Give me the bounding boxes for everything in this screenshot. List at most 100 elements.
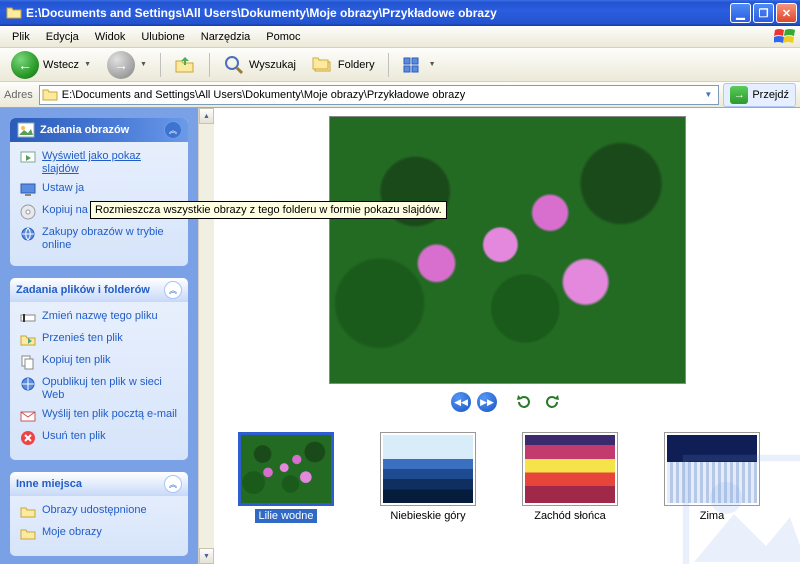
- separator: [160, 53, 161, 77]
- task-delete[interactable]: Usuń ten plik: [20, 430, 178, 446]
- task-set-as[interactable]: Ustaw ja: [20, 182, 178, 198]
- rotate-cw-button[interactable]: [541, 393, 563, 411]
- chevron-down-icon[interactable]: ▼: [84, 61, 91, 68]
- address-dropdown-button[interactable]: ▼: [700, 90, 716, 99]
- views-icon: [402, 55, 424, 75]
- preview-image: [329, 116, 686, 384]
- thumbnail-label: Niebieskie góry: [387, 509, 468, 523]
- task-rename[interactable]: Zmień nazwę tego pliku: [20, 310, 178, 326]
- menu-view[interactable]: Widok: [87, 29, 134, 45]
- address-combobox[interactable]: ▼: [39, 85, 720, 105]
- email-icon: [20, 408, 36, 424]
- thumbnail-item[interactable]: Lilie wodne: [236, 432, 336, 522]
- search-button[interactable]: Wyszukaj: [216, 50, 303, 80]
- folder-icon: [42, 87, 58, 103]
- up-button[interactable]: [167, 50, 203, 80]
- collapse-icon[interactable]: ︽: [164, 121, 182, 139]
- task-label: Usuń ten plik: [42, 430, 106, 443]
- watermark-icon: [670, 434, 800, 564]
- go-label: Przejdź: [752, 89, 789, 101]
- thumbnail-item[interactable]: Zachód słońca: [520, 432, 620, 522]
- thumbnail-image: [238, 432, 334, 506]
- windows-logo-icon: [774, 28, 796, 46]
- panel-header-other-places[interactable]: Inne miejsca ︽: [10, 472, 188, 496]
- window-title: E:\Documents and Settings\All Users\Doku…: [26, 6, 728, 20]
- folders-label: Foldery: [338, 59, 375, 71]
- place-shared-pictures[interactable]: Obrazy udostępnione: [20, 504, 178, 520]
- task-email[interactable]: Wyślij ten plik pocztą e-mail: [20, 408, 178, 424]
- panel-picture-tasks: Zadania obrazów ︽ Wyświetl jako pokaz sl…: [10, 118, 188, 266]
- forward-button[interactable]: → ▼: [100, 47, 154, 83]
- scroll-up-button[interactable]: ▲: [199, 108, 214, 124]
- panel-header-picture-tasks[interactable]: Zadania obrazów ︽: [10, 118, 188, 142]
- address-bar: Adres ▼ → Przejdź: [0, 82, 800, 108]
- tooltip: Rozmieszcza wszystkie obrazy z tego fold…: [90, 201, 447, 219]
- task-label: Wyświetl jako pokaz slajdów: [42, 150, 178, 176]
- address-label: Adres: [4, 89, 33, 101]
- separator: [388, 53, 389, 77]
- maximize-button[interactable]: ❐: [753, 3, 774, 23]
- thumbnail-image: [380, 432, 476, 506]
- titlebar: E:\Documents and Settings\All Users\Doku…: [0, 0, 800, 26]
- back-label: Wstecz: [43, 59, 79, 71]
- rotate-ccw-button[interactable]: [513, 393, 535, 411]
- cd-icon: [20, 204, 36, 220]
- task-copy[interactable]: Kopiuj ten plik: [20, 354, 178, 370]
- previous-image-button[interactable]: ◀◀: [451, 392, 471, 412]
- menu-file[interactable]: Plik: [4, 29, 38, 45]
- copy-icon: [20, 354, 36, 370]
- thumbnail-item[interactable]: Niebieskie góry: [378, 432, 478, 522]
- address-input[interactable]: [62, 89, 701, 101]
- views-button[interactable]: ▼: [395, 51, 443, 79]
- go-icon: →: [730, 86, 748, 104]
- menu-tools[interactable]: Narzędzia: [193, 29, 259, 45]
- folder-up-icon: [174, 54, 196, 76]
- folder-icon: [20, 504, 36, 520]
- task-label: Zmień nazwę tego pliku: [42, 310, 158, 323]
- menu-favorites[interactable]: Ulubione: [133, 29, 192, 45]
- chevron-down-icon[interactable]: ▼: [140, 61, 147, 68]
- task-slideshow[interactable]: Wyświetl jako pokaz slajdów: [20, 150, 178, 176]
- folder-icon: [6, 5, 22, 21]
- scroll-track[interactable]: [199, 124, 214, 548]
- minimize-button[interactable]: ▁: [730, 3, 751, 23]
- back-button[interactable]: ← Wstecz ▼: [4, 47, 98, 83]
- menu-edit[interactable]: Edycja: [38, 29, 87, 45]
- task-label: Zakupy obrazów w trybie online: [42, 226, 178, 252]
- panel-other-places: Inne miejsca ︽ Obrazy udostępnione Moje …: [10, 472, 188, 556]
- panel-header-file-tasks[interactable]: Zadania plików i folderów ︽: [10, 278, 188, 302]
- delete-icon: [20, 430, 36, 446]
- scroll-down-button[interactable]: ▼: [199, 548, 214, 564]
- collapse-icon[interactable]: ︽: [164, 281, 182, 299]
- menu-help[interactable]: Pomoc: [258, 29, 308, 45]
- slideshow-icon: [20, 150, 36, 166]
- go-button[interactable]: → Przejdź: [723, 83, 796, 107]
- menubar: Plik Edycja Widok Ulubione Narzędzia Pom…: [0, 26, 800, 48]
- folders-button[interactable]: Foldery: [305, 50, 382, 80]
- task-label: Kopiuj ten plik: [42, 354, 111, 367]
- thumbnail-image: [522, 432, 618, 506]
- panel-file-tasks: Zadania plików i folderów ︽ Zmień nazwę …: [10, 278, 188, 460]
- task-publish[interactable]: Opublikuj ten plik w sieci Web: [20, 376, 178, 402]
- panel-title: Zadania plików i folderów: [16, 284, 164, 296]
- task-move[interactable]: Przenieś ten plik: [20, 332, 178, 348]
- collapse-icon[interactable]: ︽: [164, 475, 182, 493]
- shop-icon: [20, 226, 36, 242]
- forward-icon: →: [107, 51, 135, 79]
- chevron-down-icon[interactable]: ▼: [429, 61, 436, 68]
- rotate-cw-icon: [543, 393, 561, 411]
- close-button[interactable]: ✕: [776, 3, 797, 23]
- folders-icon: [312, 54, 334, 76]
- panel-title: Inne miejsca: [16, 478, 164, 490]
- back-icon: ←: [11, 51, 39, 79]
- desktop-icon: [20, 182, 36, 198]
- filmstrip-controls: ◀◀ ▶▶: [214, 388, 800, 420]
- separator: [209, 53, 210, 77]
- search-icon: [223, 54, 245, 76]
- content-area: ◀◀ ▶▶ Lilie wodne Niebieskie góry Zachód…: [214, 108, 800, 564]
- place-my-pictures[interactable]: Moje obrazy: [20, 526, 178, 542]
- sidebar-scrollbar[interactable]: ▲ ▼: [198, 108, 214, 564]
- task-shop-online[interactable]: Zakupy obrazów w trybie online: [20, 226, 178, 252]
- next-image-button[interactable]: ▶▶: [477, 392, 497, 412]
- place-label: Moje obrazy: [42, 526, 102, 539]
